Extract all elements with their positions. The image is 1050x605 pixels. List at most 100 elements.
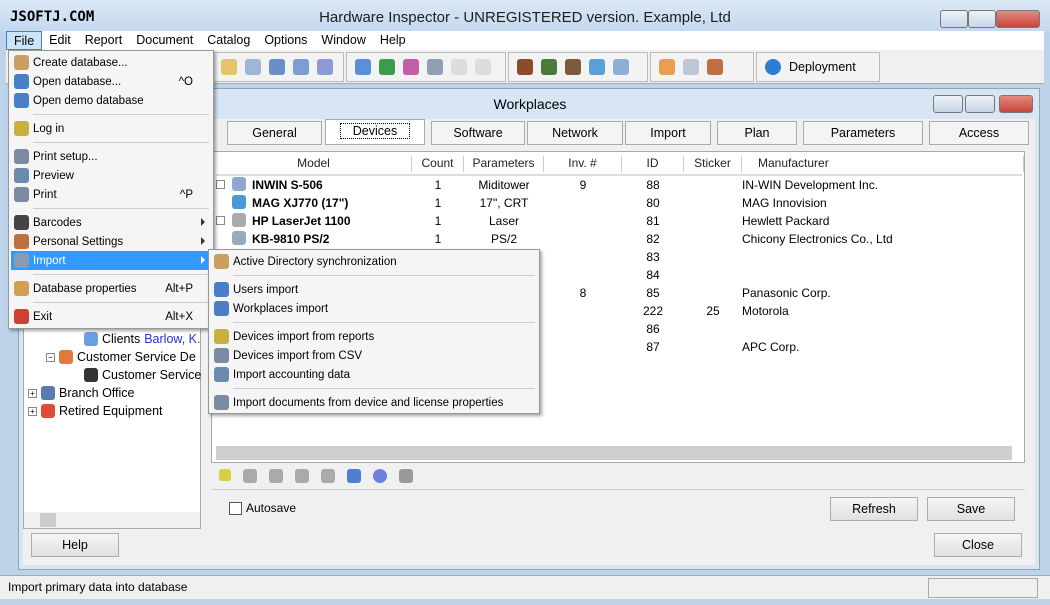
child-restore-button[interactable] bbox=[965, 95, 995, 113]
workstation-icon[interactable] bbox=[589, 59, 605, 75]
menu-item-open-database[interactable]: Open database... ^O bbox=[11, 72, 211, 91]
menu-item-import[interactable]: Import bbox=[11, 251, 211, 270]
menu-item-import-accounting-data[interactable]: Import accounting data bbox=[211, 365, 537, 384]
menu-item-label: Open demo database bbox=[33, 94, 144, 107]
window-icon[interactable] bbox=[683, 59, 699, 75]
checkbox-box[interactable] bbox=[229, 501, 242, 515]
search-icon[interactable] bbox=[269, 59, 285, 75]
column-header[interactable]: Sticker bbox=[684, 156, 742, 172]
child-minimize-button[interactable] bbox=[933, 95, 963, 113]
expand-toggle-icon[interactable] bbox=[216, 216, 225, 225]
save-button[interactable]: Save bbox=[927, 497, 1015, 521]
close-button[interactable]: Close bbox=[934, 533, 1022, 557]
menu-item-exit[interactable]: Exit Alt+X bbox=[11, 307, 211, 326]
board-icon[interactable] bbox=[379, 59, 395, 75]
menu-report[interactable]: Report bbox=[78, 31, 130, 50]
expand-toggle-icon[interactable]: − bbox=[46, 352, 55, 362]
refresh-icon[interactable] bbox=[373, 469, 387, 483]
tree-node[interactable]: Customer Service bbox=[84, 368, 201, 382]
menu-item-print-setup[interactable]: Print setup... bbox=[11, 147, 211, 166]
menu-item-create-database[interactable]: Create database... bbox=[11, 53, 211, 72]
table-row[interactable]: HP LaserJet 1100 1 Laser 81 Hewlett Packard bbox=[212, 212, 1024, 230]
tree-hscrollbar[interactable] bbox=[24, 512, 200, 528]
deployment-button[interactable]: Deployment bbox=[756, 52, 880, 82]
column-header[interactable]: ID bbox=[622, 156, 684, 172]
tab-network[interactable]: Network bbox=[527, 121, 623, 145]
user-money-icon[interactable] bbox=[541, 59, 557, 75]
menu-item-active-directory-synchronization[interactable]: Active Directory synchronization bbox=[211, 252, 537, 271]
tab-general[interactable]: General bbox=[227, 121, 322, 145]
tools-icon[interactable] bbox=[707, 59, 723, 75]
autosave-checkbox[interactable]: Autosave bbox=[229, 501, 296, 515]
menu-help[interactable]: Help bbox=[373, 31, 413, 50]
split-icon[interactable] bbox=[295, 469, 309, 483]
user-tools-icon[interactable] bbox=[565, 59, 581, 75]
tree-node[interactable]: Clients Barlow, K. bbox=[84, 332, 201, 346]
menu-item-users-import[interactable]: Users import bbox=[211, 280, 537, 299]
refresh-button[interactable]: Refresh bbox=[830, 497, 918, 521]
minimize-button[interactable] bbox=[940, 10, 968, 28]
table-row[interactable]: INWIN S-506 1 Miditower 9 88 IN-WIN Developme… bbox=[212, 176, 1024, 194]
document-icon[interactable] bbox=[659, 59, 675, 75]
menu-item-devices-import-from-csv[interactable]: Devices import from CSV bbox=[211, 346, 537, 365]
column-header[interactable]: Model bbox=[216, 156, 412, 172]
menu-item-workplaces-import[interactable]: Workplaces import bbox=[211, 299, 537, 318]
chart-icon[interactable] bbox=[403, 59, 419, 75]
menu-item-devices-import-from-reports[interactable]: Devices import from reports bbox=[211, 327, 537, 346]
menu-item-personal-settings[interactable]: Personal Settings bbox=[11, 232, 211, 251]
menu-item-open-demo-database[interactable]: Open demo database bbox=[11, 91, 211, 110]
tab-devices[interactable]: Devices bbox=[325, 119, 425, 145]
table-row[interactable]: MAG XJ770 (17") 1 17", CRT 80 MAG Innovision bbox=[212, 194, 1024, 212]
copy-icon[interactable] bbox=[321, 469, 335, 483]
users-icon[interactable] bbox=[317, 59, 333, 75]
grid-hscrollbar[interactable] bbox=[216, 446, 1012, 460]
expand-toggle-icon[interactable]: + bbox=[28, 388, 37, 398]
edit-icon[interactable] bbox=[243, 469, 257, 483]
numbers-icon[interactable] bbox=[451, 59, 467, 75]
user-icon[interactable] bbox=[517, 59, 533, 75]
table-row[interactable]: KB-9810 PS/2 1 PS/2 82 Chicony Electronics C… bbox=[212, 230, 1024, 248]
link-icon[interactable] bbox=[347, 469, 361, 483]
menu-document[interactable]: Document bbox=[129, 31, 200, 50]
help-button[interactable]: Help bbox=[31, 533, 119, 557]
menu-file[interactable]: File bbox=[6, 31, 43, 50]
tab-parameters[interactable]: Parameters bbox=[803, 121, 923, 145]
menu-item-import-documents-from-device-and-license-properties[interactable]: Import documents from device and license… bbox=[211, 393, 537, 412]
menu-item-log-in[interactable]: Log in bbox=[11, 119, 211, 138]
tab-access[interactable]: Access bbox=[929, 121, 1029, 145]
expand-toggle-icon[interactable] bbox=[216, 180, 225, 189]
close-window-button[interactable] bbox=[996, 10, 1040, 28]
remove-icon[interactable] bbox=[399, 469, 413, 483]
column-header[interactable]: Parameters bbox=[464, 156, 544, 172]
expand-toggle-icon[interactable]: + bbox=[28, 406, 37, 416]
network-icon[interactable] bbox=[355, 59, 371, 75]
child-close-button[interactable] bbox=[999, 95, 1033, 113]
column-header[interactable]: Count bbox=[412, 156, 464, 172]
maximize-button[interactable] bbox=[968, 10, 996, 28]
ip-icon[interactable] bbox=[475, 59, 491, 75]
menu-item-barcodes[interactable]: Barcodes bbox=[11, 213, 211, 232]
tab-plan[interactable]: Plan bbox=[717, 121, 797, 145]
find-icon[interactable] bbox=[245, 59, 261, 75]
menu-window[interactable]: Window bbox=[314, 31, 372, 50]
tree-node[interactable]: + Retired Equipment bbox=[28, 404, 163, 418]
tab-import[interactable]: Import bbox=[625, 121, 711, 145]
move-icon[interactable] bbox=[269, 469, 283, 483]
menu-item-preview[interactable]: Preview bbox=[11, 166, 211, 185]
menu-item-database-properties[interactable]: Database properties Alt+P bbox=[11, 279, 211, 298]
tree-node[interactable]: + Branch Office bbox=[28, 386, 135, 400]
menu-options[interactable]: Options bbox=[257, 31, 314, 50]
tree-node[interactable]: − Customer Service De bbox=[46, 350, 196, 364]
disk-icon[interactable] bbox=[613, 59, 629, 75]
submenu-arrow-icon bbox=[201, 237, 205, 245]
column-header[interactable]: Inv. # bbox=[544, 156, 622, 172]
hdd-icon[interactable] bbox=[427, 59, 443, 75]
view-icon[interactable] bbox=[293, 59, 309, 75]
column-header[interactable]: Manufacturer bbox=[742, 156, 1024, 172]
clock-icon[interactable] bbox=[221, 59, 237, 75]
menu-edit[interactable]: Edit bbox=[42, 31, 78, 50]
add-icon[interactable] bbox=[219, 469, 231, 481]
tab-software[interactable]: Software bbox=[431, 121, 525, 145]
menu-item-print[interactable]: Print ^P bbox=[11, 185, 211, 204]
menu-catalog[interactable]: Catalog bbox=[200, 31, 257, 50]
